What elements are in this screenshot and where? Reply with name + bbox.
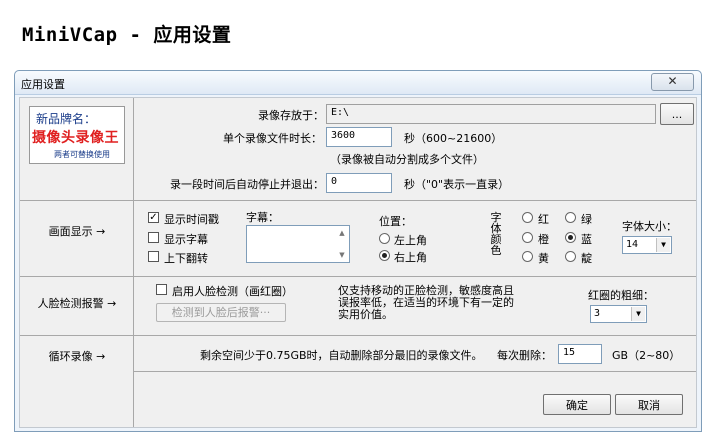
color-option-blue[interactable]: 蓝 [565,232,605,246]
flip-label: 上下翻转 [164,252,208,265]
radio-orange [522,232,533,243]
show-time-label: 显示时间戳 [164,213,219,226]
circle-width-select[interactable]: 3 ▼ [590,305,647,323]
loop-note: 剩余空间少于0.75GB时，自动删除部分最旧的录像文件。 [200,349,483,362]
settings-dialog: 应用设置 ✕ 新品牌名： 摄像头录像王 两者可替换使用 画面显示 → 人脸检测报… [14,70,702,432]
position-option-top-left[interactable]: 左上角 [379,233,449,247]
close-button[interactable]: ✕ [651,73,694,91]
face-detect-check-box [156,284,167,295]
section-label-loop: 循环录像 → [48,350,106,363]
font-size-value: 14 [626,239,639,250]
position-top-left-label: 左上角 [394,234,427,247]
position-option-top-right[interactable]: 右上角 [379,250,449,264]
window-title: 应用设置 [21,78,65,91]
save-path-field[interactable]: E:\ [326,104,656,124]
show-caption-checkbox[interactable]: 显示字幕 [148,232,248,246]
delete-amount-unit: GB（2~80） [612,349,681,362]
separator-buttons [134,371,696,372]
file-duration-label: 单个录像文件时长： [223,132,322,145]
color-orange-label: 橙 [538,233,549,246]
font-size-select[interactable]: 14 ▼ [622,236,672,254]
face-detect-label: 启用人脸检测（画红圈） [172,285,293,298]
font-color-label: 字体颜色 [490,211,502,257]
color-option-indigo[interactable]: 靛 [565,251,605,265]
color-green-label: 绿 [581,213,592,226]
show-caption-label: 显示字幕 [164,233,208,246]
color-blue-label: 蓝 [581,233,592,246]
auto-stop-field[interactable]: 0 [326,173,392,193]
color-option-green[interactable]: 绿 [565,212,605,226]
face-detect-note: 仅支持移动的正脸检测，敏感度高且误报率低，在适当的环境下有一定的实用价值。 [338,284,514,321]
file-duration-field[interactable]: 3600 [326,127,392,147]
radio-red [522,212,533,223]
color-yellow-label: 黄 [538,252,549,265]
ok-button[interactable]: 确定 [543,394,611,415]
show-time-check-box: ✓ [148,212,159,223]
radio-yellow [522,251,533,262]
scroll-up-icon[interactable]: ▲ [336,227,348,239]
separator-loop [20,335,696,336]
color-indigo-label: 靛 [581,252,592,265]
logo-line-2: 摄像头录像王 [32,130,119,146]
radio-indigo [565,251,576,262]
delete-amount-label: 每次删除： [497,349,552,362]
page-heading: MiniVCap - 应用设置 [22,24,232,46]
flip-check-box [148,251,159,262]
title-bar: 应用设置 ✕ [15,71,701,95]
color-red-label: 红 [538,213,549,226]
auto-stop-label: 录一段时间后自动停止并退出： [170,178,324,191]
separator-display [20,200,696,201]
dialog-body: 新品牌名： 摄像头录像王 两者可替换使用 画面显示 → 人脸检测报警 → 循环录… [19,97,697,428]
close-icon: ✕ [667,74,678,88]
chevron-down-icon: ▼ [656,238,670,252]
color-option-red[interactable]: 红 [522,212,562,226]
position-top-right-label: 右上角 [394,251,427,264]
face-alarm-button[interactable]: 检测到人脸后报警··· [156,303,286,322]
chevron-down-icon: ▼ [631,307,645,321]
separator-face [20,276,696,277]
scroll-down-icon[interactable]: ▼ [336,249,348,261]
flip-checkbox[interactable]: 上下翻转 [148,251,248,265]
face-detect-checkbox[interactable]: 启用人脸检测（画红圈） [156,284,306,298]
circle-width-value: 3 [594,308,601,319]
color-option-yellow[interactable]: 黄 [522,251,562,265]
show-time-checkbox[interactable]: ✓ 显示时间戳 [148,212,248,226]
logo-line-1: 新品牌名： [36,112,97,126]
color-option-orange[interactable]: 橙 [522,232,562,246]
section-label-display: 画面显示 → [48,225,106,238]
position-label: 位置： [379,215,412,228]
brand-logo: 新品牌名： 摄像头录像王 两者可替换使用 [29,106,125,164]
split-note: （录像被自动分割成多个文件） [330,153,484,166]
save-to-label: 录像存放于： [258,109,324,122]
caption-textarea[interactable]: ▲ ▼ [246,225,350,263]
section-label-face: 人脸检测报警 → [37,297,117,310]
circle-width-label: 红圈的粗细： [588,289,654,302]
browse-button[interactable]: ... [660,103,694,125]
logo-line-3: 两者可替换使用 [54,150,110,159]
cancel-button[interactable]: 取消 [615,394,683,415]
section-sidebar: 新品牌名： 摄像头录像王 两者可替换使用 画面显示 → 人脸检测报警 → 循环录… [20,98,134,427]
file-duration-unit: 秒（600~21600） [404,132,503,145]
radio-top-left [379,233,390,244]
delete-amount-field[interactable]: 15 [558,344,602,364]
radio-blue [565,232,576,243]
checkmark-icon: ✓ [149,212,158,223]
show-caption-check-box [148,232,159,243]
caption-label: 字幕： [246,211,279,224]
auto-stop-unit: 秒（"0"表示一直录） [404,178,510,191]
radio-green [565,212,576,223]
font-size-label: 字体大小： [622,220,677,233]
radio-top-right [379,250,390,261]
